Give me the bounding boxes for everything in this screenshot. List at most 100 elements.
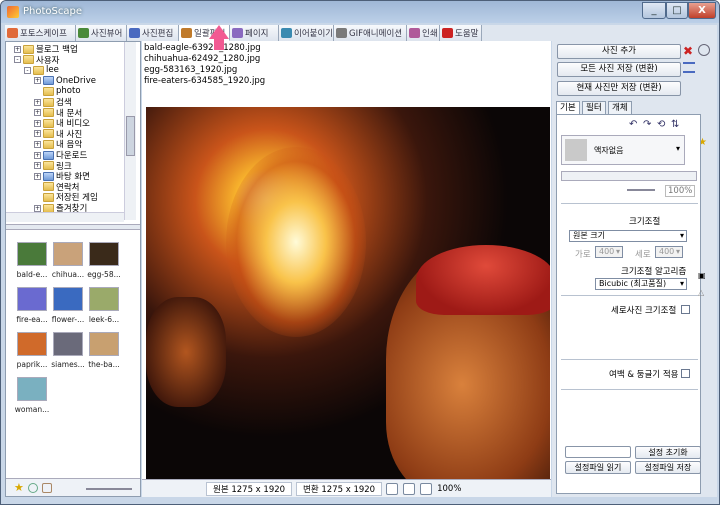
tree-item[interactable]: + OneDrive (34, 76, 96, 86)
tab-basic[interactable]: 기본 (556, 101, 580, 114)
collapse-icon[interactable]: - (24, 66, 31, 74)
redo-icon[interactable]: ↷ (643, 119, 651, 130)
add-photo-button[interactable]: 사진 추가 (557, 44, 681, 59)
flame-area (226, 147, 366, 337)
frame-selector[interactable]: 액자없음 ▾ (561, 135, 685, 165)
tab-label: 포토스케이프 (20, 29, 67, 39)
tree-item[interactable]: + 바탕 화면 (34, 171, 90, 182)
thumbnail[interactable]: bald-e... (14, 242, 50, 279)
file-list-item[interactable]: bald-eagle-63927_1280.jpg (144, 43, 265, 54)
divider (561, 295, 698, 296)
expand-icon[interactable]: + (34, 151, 41, 159)
save-settings-button[interactable]: 설정파일 저장 (635, 461, 701, 474)
expand-icon[interactable]: + (34, 162, 41, 170)
star-icon[interactable]: ★ (14, 482, 24, 493)
expand-icon[interactable]: + (34, 130, 41, 138)
resize-select[interactable]: 원본 크기 (569, 230, 687, 242)
reset-settings-button[interactable]: 설정 초기화 (635, 446, 701, 459)
load-settings-button[interactable]: 설정파일 읽기 (565, 461, 631, 474)
expand-icon[interactable]: + (34, 98, 41, 106)
thumbnail[interactable]: flower-... (50, 287, 86, 324)
tree-scrollbar[interactable] (124, 42, 136, 220)
tab-4[interactable]: 페이지 (230, 25, 279, 41)
tree-item[interactable]: 저장된 게임 (34, 192, 98, 203)
thumbnail[interactable]: the-ba... (86, 332, 122, 369)
tab-filter[interactable]: 필터 (582, 101, 606, 114)
tree-item[interactable]: - 사용자 (14, 55, 59, 66)
photo-preview[interactable] (146, 107, 550, 479)
panel-splitter[interactable] (6, 224, 140, 230)
save-current-button[interactable]: 현재 사진만 저장 (변환) (557, 81, 681, 96)
thumbnail[interactable]: fire-ea... (14, 287, 50, 324)
fit-icon[interactable] (386, 482, 399, 495)
rotate-icon[interactable]: ⟲ (657, 119, 665, 130)
tree-horizontal-scrollbar[interactable] (6, 212, 124, 222)
height-input[interactable]: 400 (655, 246, 683, 258)
tab-5[interactable]: 이어붙이기 (279, 25, 334, 41)
expand-icon[interactable]: + (34, 109, 41, 117)
tree-item[interactable]: - lee (24, 65, 59, 75)
collapse-icon[interactable]: - (14, 56, 21, 64)
tab-0[interactable]: 포토스케이프 (5, 25, 76, 41)
frame-option-bar[interactable] (561, 171, 697, 181)
thumbnail[interactable]: woman... (14, 377, 50, 414)
expand-icon[interactable]: + (14, 45, 21, 53)
tree-item[interactable]: + 내 사진 (34, 129, 82, 140)
thumbnail[interactable]: chihua... (50, 242, 86, 279)
portrait-resize-checkbox[interactable] (681, 305, 690, 314)
title-bar[interactable]: PhotoScape _ □ X (1, 1, 719, 23)
zoom-out-icon[interactable] (420, 482, 433, 495)
file-list-item[interactable]: fire-eaters-634585_1920.jpg (144, 76, 265, 87)
thumbnail-size-slider[interactable] (86, 488, 132, 490)
expand-icon[interactable]: + (34, 172, 41, 180)
tree-item[interactable]: + 블로그 백업 (14, 44, 78, 55)
expand-icon[interactable]: + (34, 204, 41, 212)
tree-item[interactable]: + 내 음악 (34, 139, 82, 150)
thumbnail-label: bald-e... (16, 270, 48, 279)
tree-item[interactable]: + 링크 (34, 161, 72, 172)
tree-item[interactable]: photo (34, 86, 81, 96)
tab-2[interactable]: 사진편집 (127, 25, 179, 41)
tree-item[interactable]: + 다운로드 (34, 150, 87, 161)
file-list-item[interactable]: chihuahua-62492_1280.jpg (144, 54, 265, 65)
list-icon[interactable] (683, 62, 695, 73)
tab-7[interactable]: 인쇄 (407, 25, 440, 41)
thumbnail[interactable]: siames... (50, 332, 86, 369)
algorithm-select[interactable]: Bicubic (최고품질) (595, 278, 687, 290)
thumbnail[interactable]: leek-6... (86, 287, 122, 324)
tree-item[interactable]: + 검색 (34, 97, 72, 108)
zoom-in-icon[interactable] (403, 482, 416, 495)
frame-zoom-slider[interactable] (627, 189, 655, 191)
tab-icon (7, 28, 18, 38)
tab-6[interactable]: GIF애니메이션 (334, 25, 407, 41)
tree-item[interactable]: 연락처 (34, 182, 79, 193)
refresh-icon[interactable] (28, 483, 38, 493)
width-input[interactable]: 400 (595, 246, 623, 258)
folder-icon[interactable] (42, 483, 52, 493)
tree-item[interactable]: + 내 비디오 (34, 118, 90, 129)
photoscape-window: PhotoScape _ □ X 포토스케이프 사진뷰어 사진편집 일괄편집 페이지 이어… (0, 0, 720, 505)
tab-object[interactable]: 개체 (608, 101, 632, 114)
thumbnail[interactable]: egg-58... (86, 242, 122, 279)
sort-icon[interactable]: ⇅ (671, 119, 679, 130)
resize-option-icon[interactable]: ▣ (698, 271, 706, 280)
tree-item[interactable]: + 내 문서 (34, 108, 82, 119)
tab-1[interactable]: 사진뷰어 (76, 25, 127, 41)
file-list-item[interactable]: egg-583163_1920.jpg (144, 65, 265, 76)
close-button[interactable]: X (688, 2, 716, 19)
expand-icon[interactable]: + (34, 119, 41, 127)
undo-icon[interactable]: ↶ (629, 119, 637, 130)
expand-icon[interactable]: + (34, 77, 41, 85)
minimize-button[interactable]: _ (642, 2, 666, 19)
tab-label: 사진뷰어 (91, 29, 123, 39)
tab-8[interactable]: 도움말 (440, 25, 482, 41)
settings-icon[interactable] (698, 44, 710, 56)
delete-icon[interactable]: ✖ (683, 44, 693, 58)
expand-icon[interactable]: + (34, 140, 41, 148)
save-all-button[interactable]: 모든 사진 저장 (변환) (557, 62, 681, 77)
thumbnail[interactable]: paprik... (14, 332, 50, 369)
tree-scrollbar-thumb[interactable] (126, 116, 135, 156)
maximize-button[interactable]: □ (666, 2, 688, 19)
margin-round-checkbox[interactable] (681, 369, 690, 378)
app-icon (7, 6, 19, 18)
